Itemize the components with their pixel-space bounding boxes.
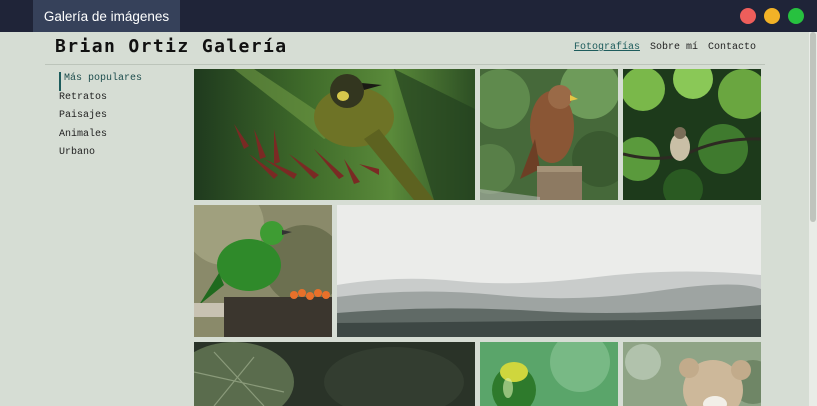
- nav-link-contact[interactable]: Contacto: [708, 42, 756, 53]
- nav-link-about[interactable]: Sobre mí: [650, 42, 698, 53]
- browser-tab[interactable]: Galería de imágenes: [33, 0, 180, 32]
- gallery-photo-landscape[interactable]: [337, 205, 761, 337]
- close-window-icon[interactable]: [740, 8, 756, 24]
- gallery-photo-teddy-bear[interactable]: [623, 342, 761, 406]
- sidebar-item-popular[interactable]: Más populares: [59, 72, 189, 91]
- gallery-photo-tree-bird[interactable]: [623, 69, 761, 200]
- gallery-photo-leaves[interactable]: [194, 342, 475, 406]
- nav-link-photos[interactable]: Fotografías: [574, 42, 640, 53]
- category-sidebar: Más populares Retratos Paisajes Animales…: [59, 72, 189, 165]
- sidebar-item-landscapes[interactable]: Paisajes: [59, 109, 189, 128]
- minimize-window-icon[interactable]: [764, 8, 780, 24]
- page-viewport: Brian Ortiz Galería Fotografías Sobre mí…: [0, 32, 817, 406]
- gallery-photo-bird-flower[interactable]: [194, 69, 475, 200]
- sidebar-item-portraits[interactable]: Retratos: [59, 91, 189, 110]
- maximize-window-icon[interactable]: [788, 8, 804, 24]
- gallery-photo-kestrel[interactable]: [480, 69, 618, 200]
- gallery-photo-beetle[interactable]: [480, 342, 618, 406]
- sidebar-item-animals[interactable]: Animales: [59, 128, 189, 147]
- gallery-photo-green-bird[interactable]: [194, 205, 332, 337]
- scrollbar-thumb[interactable]: [810, 32, 816, 222]
- top-navigation: Fotografías Sobre mí Contacto: [574, 42, 756, 53]
- header-divider: [45, 64, 765, 65]
- site-title[interactable]: Brian Ortiz Galería: [55, 36, 288, 57]
- browser-titlebar: Galería de imágenes: [0, 0, 817, 32]
- page-scrollbar[interactable]: [809, 32, 817, 406]
- sidebar-item-urban[interactable]: Urbano: [59, 146, 189, 165]
